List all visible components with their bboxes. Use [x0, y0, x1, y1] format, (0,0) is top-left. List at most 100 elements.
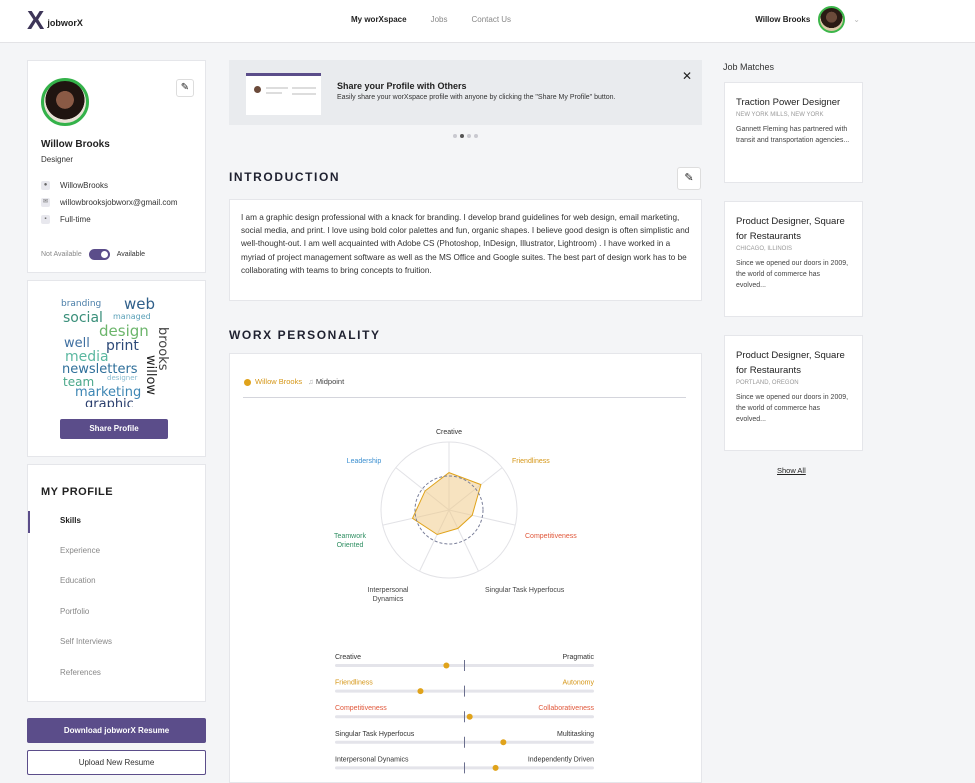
radar-axis-label: Creative	[436, 429, 462, 436]
profile-nav-experience[interactable]: Experience	[60, 546, 100, 555]
introduction-text: I am a graphic design professional with …	[241, 213, 690, 275]
email-row: ✉ willowbrooksjobworx@gmail.com	[41, 198, 178, 207]
cloud-word: managed	[113, 312, 151, 321]
cloud-word: designer	[107, 374, 138, 382]
radar-axis-label: Friendliness	[512, 458, 550, 465]
download-resume-button[interactable]: Download jobworX Resume	[27, 718, 206, 743]
introduction-title: INTRODUCTION	[229, 170, 341, 184]
upload-resume-button[interactable]: Upload New Resume	[27, 750, 206, 775]
close-icon[interactable]: ✕	[682, 69, 692, 83]
show-all-link[interactable]: Show All	[777, 466, 806, 475]
job-card[interactable]: Product Designer, Square for Restaurants…	[724, 201, 863, 317]
slider-handle[interactable]	[417, 688, 424, 695]
my-profile-title: MY PROFILE	[41, 486, 114, 498]
profile-title: Designer	[41, 155, 74, 164]
availability-toggle-row: Not Available Available	[41, 249, 145, 260]
slider-right-label: Pragmatic	[562, 654, 594, 661]
header-avatar	[818, 6, 846, 33]
slider-handle[interactable]	[443, 662, 450, 669]
radar-axis-label: Leadership	[347, 458, 382, 465]
slider-right-label: Independently Driven	[528, 756, 594, 763]
profile-name: Willow Brooks	[41, 139, 110, 150]
slider-left-label: Singular Task Hyperfocus	[335, 731, 415, 738]
cloud-word: design	[99, 322, 149, 340]
profile-nav-portfolio[interactable]: Portfolio	[60, 607, 89, 616]
personality-panel: Willow Brooks ♫ Midpoint Creative Friendl…	[229, 353, 702, 783]
slider-left-label: Competitiveness	[335, 705, 387, 712]
job-title[interactable]: Traction Power Designer	[736, 95, 851, 110]
job-description: Gannett Fleming has partnered with trans…	[736, 126, 850, 144]
job-location: PORTLAND, OREGON	[736, 380, 799, 386]
carousel-dot[interactable]	[474, 134, 478, 138]
chevron-down-icon[interactable]: ⌄	[853, 15, 860, 24]
profile-nav-self-interviews[interactable]: Self Interviews	[60, 637, 112, 646]
banner-title: Share your Profile with Others	[337, 81, 467, 91]
briefcase-icon: ▪	[41, 215, 50, 224]
word-cloud-card: branding web social managed design well …	[27, 280, 206, 457]
carousel-dot[interactable]	[467, 134, 471, 138]
slider-left-label: Creative	[335, 654, 361, 661]
slider-right-label: Autonomy	[562, 680, 594, 687]
logo-mark: X	[27, 5, 45, 35]
my-profile-nav: MY PROFILE Skills Experience Education P…	[27, 464, 206, 702]
pencil-icon: ✎	[180, 82, 190, 93]
edit-introduction-button[interactable]: ✎	[677, 167, 701, 190]
profile-employment: Full-time	[60, 215, 91, 224]
banner-thumbnail	[246, 73, 321, 115]
job-location: NEW YORK MILLS, NEW YORK	[736, 112, 824, 118]
carousel-dots	[453, 134, 478, 138]
slider-left-label: Interpersonal Dynamics	[335, 756, 409, 763]
header-user-name: Willow Brooks	[755, 15, 811, 24]
user-icon: ●	[41, 181, 50, 190]
radar-axis-label: Teamwork	[334, 533, 366, 540]
word-cloud: branding web social managed design well …	[61, 297, 171, 407]
not-available-label: Not Available	[41, 251, 82, 258]
profile-email: willowbrooksjobworx@gmail.com	[60, 198, 178, 207]
slider-handle[interactable]	[492, 764, 499, 771]
job-description: Since we opened our doors in 2009, the w…	[736, 260, 849, 289]
pencil-icon: ✎	[684, 172, 694, 184]
available-label: Available	[116, 251, 146, 258]
job-card[interactable]: Product Designer, Square for Restaurants…	[724, 335, 863, 451]
job-matches-title: Job Matches	[723, 62, 775, 72]
cloud-word: social	[63, 310, 103, 326]
job-location: CHICAGO, ILLINOIS	[736, 246, 793, 252]
cloud-word: print	[106, 338, 139, 354]
nav-jobs[interactable]: Jobs	[431, 15, 448, 24]
job-card[interactable]: Traction Power Designer NEW YORK MILLS, …	[724, 82, 863, 183]
profile-nav-references[interactable]: References	[60, 668, 101, 677]
radar-axis-label: Oriented	[337, 542, 364, 549]
radar-user-area	[411, 472, 482, 536]
profile-username: WillowBrooks	[60, 181, 109, 190]
slider-right-label: Collaborativeness	[538, 705, 594, 712]
nav-contact-us[interactable]: Contact Us	[471, 15, 511, 24]
radar-axis-label: Singular Task Hyperfocus	[485, 587, 565, 594]
introduction-box: I am a graphic design professional with …	[229, 199, 702, 301]
profile-nav-education[interactable]: Education	[60, 576, 96, 585]
personality-radar-chart: Creative Friendliness Competitiveness Singu…	[334, 429, 594, 774]
job-title[interactable]: Product Designer, Square for Restaurants	[736, 348, 851, 378]
carousel-dot[interactable]	[453, 134, 457, 138]
carousel-dot[interactable]	[460, 134, 464, 138]
radar-axis-label: Competitiveness	[525, 533, 577, 540]
logo-text: jobworX	[47, 18, 83, 28]
cloud-word: graphic	[85, 397, 134, 407]
edit-profile-button[interactable]: ✎	[176, 79, 194, 97]
profile-nav-skills[interactable]: Skills	[60, 516, 81, 525]
logo[interactable]: X jobworX	[27, 5, 83, 35]
share-profile-banner: Share your Profile with Others Easily sh…	[229, 60, 702, 125]
cloud-word: web	[124, 297, 156, 313]
cloud-word: branding	[61, 299, 102, 309]
job-title[interactable]: Product Designer, Square for Restaurants	[736, 214, 851, 244]
slider-handle[interactable]	[466, 713, 473, 720]
share-profile-button[interactable]: Share Profile	[60, 419, 168, 439]
slider-right-label: Multitasking	[557, 731, 594, 738]
main-nav: My worXspace Jobs Contact Us	[351, 15, 511, 24]
banner-text: Easily share your worXspace profile with…	[337, 94, 616, 101]
user-menu[interactable]: Willow Brooks ⌄	[755, 6, 860, 33]
nav-my-worxspace[interactable]: My worXspace	[351, 15, 407, 24]
profile-avatar	[41, 78, 89, 126]
availability-toggle[interactable]	[88, 249, 110, 260]
profile-card: ✎ Willow Brooks Designer ● WillowBrooks …	[27, 60, 206, 273]
slider-handle[interactable]	[500, 739, 507, 746]
